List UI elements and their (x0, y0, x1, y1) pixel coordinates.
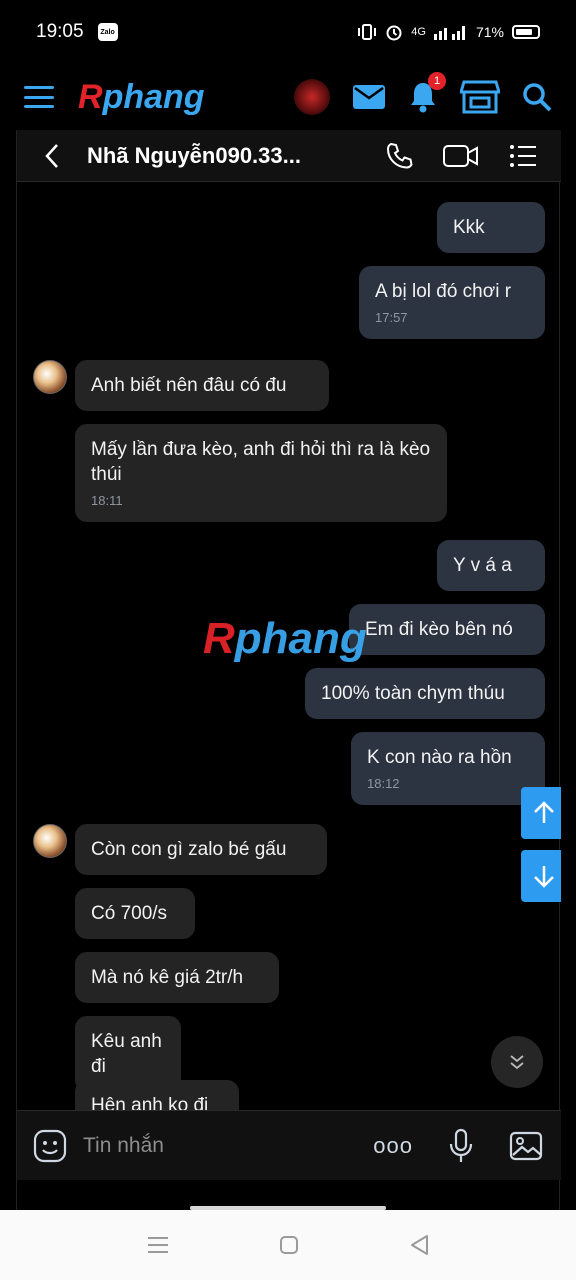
battery-icon (512, 25, 540, 39)
message-bubble-out[interactable]: K con nào ra hồn 18:12 (351, 732, 545, 805)
back-icon (45, 143, 58, 168)
status-time: 19:05 (36, 21, 84, 42)
message-text: K con nào ra hồn (367, 747, 512, 768)
message-bubble-in[interactable]: Còn con gì zalo bé gấu (75, 824, 327, 875)
message-bubble-out[interactable]: A bị lol đó chơi r 17:57 (359, 266, 545, 339)
vibrate-icon (358, 24, 377, 40)
battery-percent: 71% (475, 24, 504, 40)
contact-name[interactable]: Nhã Nguyễn090.33... (87, 143, 301, 169)
message-text: Còn con gì zalo bé gấu (91, 839, 287, 860)
site-logo[interactable]: Rphang (78, 78, 205, 117)
status-indicators: 4G 71% (357, 23, 540, 41)
more-options-icon[interactable]: ooo (373, 1133, 413, 1159)
composer-actions: ooo (373, 1128, 545, 1164)
contact-avatar[interactable] (33, 360, 67, 394)
forum-actions: 1 (294, 72, 552, 115)
message-composer: Tin nhắn ooo (17, 1110, 561, 1180)
mail-icon[interactable] (352, 83, 386, 111)
header-actions (385, 142, 561, 170)
scroll-down-button[interactable] (521, 850, 561, 902)
message-text: Em đi kèo bên nó (365, 619, 513, 640)
message-bubble-out[interactable]: Y v á a (437, 540, 545, 591)
message-time: 18:12 (367, 776, 400, 791)
message-text: Mà nó kê giá 2tr/h (91, 967, 244, 988)
back-button[interactable] (17, 130, 87, 181)
phone-icon[interactable] (385, 142, 413, 170)
message-text: A bị lol đó chơi r (375, 281, 512, 302)
message-text: Hên anh ko đi (91, 1095, 209, 1110)
chat-window: Nhã Nguyễn090.33... Kkk A bị lol đó chơi… (16, 130, 561, 1210)
video-icon[interactable] (443, 143, 479, 169)
chat-header: Nhã Nguyễn090.33... (17, 130, 561, 182)
message-text: Y v á a (453, 555, 512, 576)
arrow-down-icon (534, 866, 554, 888)
dragon-avatar[interactable] (294, 79, 330, 115)
status-bar: 19:05 Zalo 4G 71% (0, 0, 576, 64)
list-icon[interactable] (509, 144, 537, 168)
message-text: Kkk (453, 217, 485, 238)
recents-icon[interactable] (147, 1236, 169, 1254)
bell-icon[interactable]: 1 (408, 72, 446, 114)
message-bubble-in[interactable]: Mà nó kê giá 2tr/h (75, 952, 279, 1003)
message-text: 100% toàn chym thúu (321, 683, 505, 704)
message-text: Kêu anh đi (91, 1031, 162, 1077)
double-chevron-down-icon (510, 1055, 524, 1070)
home-icon[interactable] (279, 1235, 299, 1255)
message-time: 17:57 (375, 310, 408, 325)
message-list[interactable]: Kkk A bị lol đó chơi r 17:57 Anh biết nên… (17, 182, 561, 1110)
message-bubble-in[interactable]: Hên anh ko đi (75, 1080, 239, 1110)
search-icon[interactable] (522, 82, 552, 112)
message-bubble-out[interactable]: Em đi kèo bên nó (349, 604, 545, 655)
image-icon[interactable] (509, 1131, 543, 1161)
alarm-icon (386, 25, 402, 41)
system-nav-bar (0, 1210, 576, 1280)
message-bubble-in[interactable]: Có 700/s (75, 888, 195, 939)
store-icon[interactable] (460, 79, 500, 115)
watermark-first-letter: R (203, 614, 235, 663)
menu-icon[interactable] (24, 86, 54, 108)
jump-to-latest-button[interactable] (491, 1036, 543, 1088)
message-time: 18:11 (91, 493, 123, 508)
microphone-icon[interactable] (449, 1128, 473, 1164)
back-icon[interactable] (409, 1234, 429, 1256)
sticker-icon[interactable] (33, 1129, 67, 1163)
message-bubble-in[interactable]: Anh biết nên đâu có đu (75, 360, 329, 411)
message-text: Mấy lần đưa kèo, anh đi hỏi thì ra là kè… (91, 439, 431, 485)
notification-badge: 1 (428, 72, 446, 90)
message-bubble-in[interactable]: Mấy lần đưa kèo, anh đi hỏi thì ra là kè… (75, 424, 447, 522)
scroll-up-button[interactable] (521, 787, 561, 839)
watermark-rest: phang (234, 614, 367, 663)
arrow-up-icon (534, 801, 554, 823)
network-type: 4G (411, 26, 426, 38)
forum-top-bar: Rphang 1 (0, 64, 576, 130)
zalo-app-icon: Zalo (97, 23, 118, 41)
message-bubble-out[interactable]: 100% toàn chym thúu (305, 668, 545, 719)
logo-first-letter: R (78, 77, 103, 116)
signal-icon (433, 26, 465, 40)
contact-avatar[interactable] (33, 824, 67, 858)
message-text: Anh biết nên đâu có đu (91, 375, 287, 396)
logo-rest: phang (102, 77, 205, 116)
watermark-logo: Rphang (203, 614, 367, 664)
message-text: Có 700/s (91, 903, 168, 924)
message-input[interactable]: Tin nhắn (83, 1134, 164, 1158)
message-bubble-out[interactable]: Kkk (437, 202, 545, 253)
